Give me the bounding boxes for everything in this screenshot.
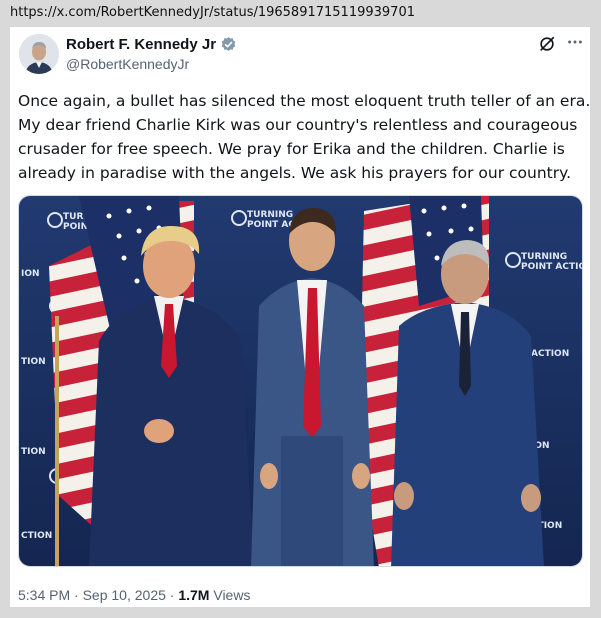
avatar[interactable] xyxy=(19,34,59,74)
svg-text:CTION: CTION xyxy=(21,531,52,541)
svg-text:TURNING: TURNING xyxy=(247,210,293,220)
svg-text:ACTION: ACTION xyxy=(531,349,569,359)
author-name[interactable]: Robert F. Kennedy Jr xyxy=(66,36,237,53)
tweet-time[interactable]: 5:34 PM xyxy=(18,587,70,603)
tweet-date[interactable]: Sep 10, 2025 xyxy=(83,587,166,603)
tweet-card: Robert F. Kennedy Jr @RobertKennedyJr On… xyxy=(10,27,590,607)
svg-text:TION: TION xyxy=(21,447,46,457)
tweet-text-line: Once again, a bullet has silenced the mo… xyxy=(18,92,591,110)
svg-text:ION: ION xyxy=(21,269,40,279)
tweet-meta: 5:34 PM · Sep 10, 2025 · 1.7M Views xyxy=(18,587,250,603)
more-options-icon[interactable] xyxy=(566,33,584,51)
views-label: Views xyxy=(213,587,251,603)
verified-badge-icon xyxy=(221,37,236,51)
svg-text:TURNING: TURNING xyxy=(521,252,567,262)
views-count: 1.7M xyxy=(178,587,210,603)
tweet-text-line: crusader for free speech. We pray for Er… xyxy=(18,140,565,158)
meta-separator-2: · xyxy=(169,587,175,603)
avatar-image xyxy=(19,34,59,74)
tweet-text-line: already in paradise with the angels. We … xyxy=(18,164,571,182)
url-text: https://x.com/RobertKennedyJr/status/196… xyxy=(10,5,415,20)
tweet-photo[interactable]: TURNINGPOINT TURNINGPOINT ACTI TURNINGPO… xyxy=(18,195,583,567)
photo-illustration: TURNINGPOINT TURNINGPOINT ACTI TURNINGPO… xyxy=(19,196,583,566)
meta-separator: · xyxy=(74,587,79,603)
backdrop-logo-text-2: POINT ACTION xyxy=(521,262,583,272)
author-handle[interactable]: @RobertKennedyJr xyxy=(66,56,189,72)
tweet-text-line: My dear friend Charlie Kirk was our coun… xyxy=(18,116,578,134)
browser-url-bar[interactable]: https://x.com/RobertKennedyJr/status/196… xyxy=(10,5,590,25)
svg-text:TION: TION xyxy=(21,357,46,367)
tweet-text: Once again, a bullet has silenced the mo… xyxy=(18,89,591,185)
grok-icon[interactable] xyxy=(538,35,556,53)
